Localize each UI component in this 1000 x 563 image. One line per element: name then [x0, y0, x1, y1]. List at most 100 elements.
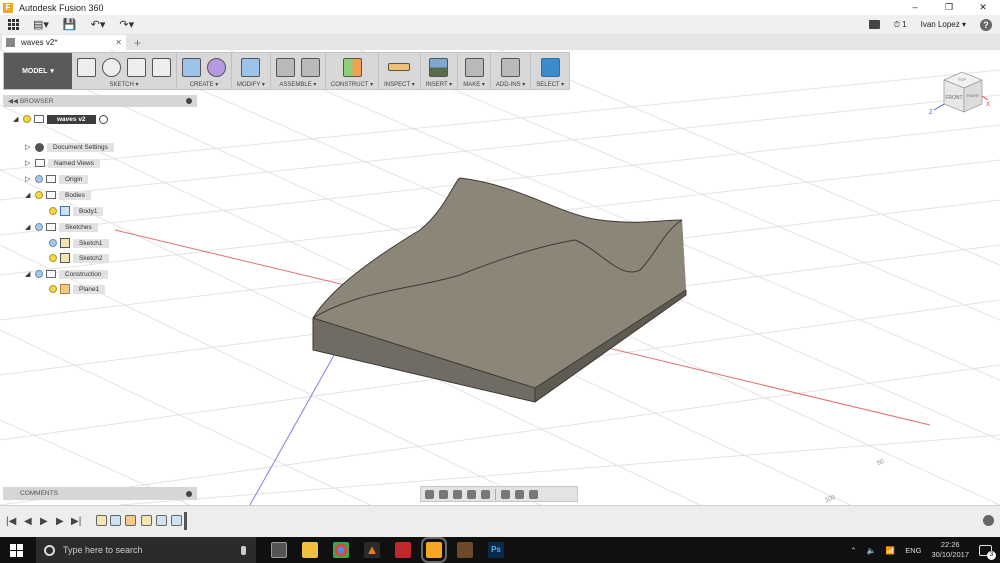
user-account-menu[interactable]: Ivan Lopez ▾ [921, 20, 966, 29]
display-settings-icon[interactable] [501, 489, 510, 499]
task-view-icon[interactable] [271, 542, 287, 558]
pan-icon[interactable] [453, 489, 462, 499]
browser-collapse-icon[interactable]: ◀◀ [8, 97, 20, 105]
activate-radio-icon[interactable] [98, 114, 108, 124]
minimize-button[interactable]: – [898, 0, 932, 15]
taskbar-clock[interactable]: 22:26 30/10/2017 [931, 540, 969, 560]
select-tool-icon[interactable] [540, 57, 560, 77]
construct-menu-label[interactable]: CONSTRUCT ▾ [331, 81, 373, 88]
collapsed-triangle-icon[interactable]: ▷ [25, 175, 32, 183]
collapsed-triangle-icon[interactable]: ▷ [25, 143, 32, 151]
tree-item-origin[interactable]: ▷ Origin [25, 173, 89, 185]
create-group[interactable]: CREATE ▾ [177, 53, 232, 89]
timeline-sketch2-feature[interactable] [141, 515, 152, 526]
timeline-last-button[interactable]: ▶| [71, 516, 81, 527]
expanded-triangle-icon[interactable]: ◢ [25, 191, 32, 199]
expanded-triangle-icon[interactable]: ◢ [13, 115, 20, 123]
create-sketch-icon[interactable] [77, 57, 96, 77]
tray-overflow-icon[interactable]: ⌃ [850, 546, 856, 555]
file-explorer-icon[interactable] [302, 542, 318, 558]
input-language[interactable]: ENG [905, 546, 921, 555]
select-group[interactable]: SELECT ▾ [531, 53, 569, 89]
construct-group[interactable]: CONSTRUCT ▾ [326, 53, 380, 89]
timeline-sketch-feature[interactable] [96, 515, 107, 526]
matlab-icon[interactable]: ▲ [364, 542, 380, 558]
make-group[interactable]: MAKE ▾ [458, 53, 491, 89]
network-icon[interactable]: 📶 [886, 546, 895, 555]
save-icon[interactable]: 💾 [63, 18, 77, 31]
inspect-menu-label[interactable]: INSPECT ▾ [384, 81, 415, 88]
timeline-plane-feature[interactable] [125, 515, 136, 526]
windows-start-icon[interactable] [10, 543, 23, 557]
line-tool-icon[interactable] [102, 57, 121, 77]
browser-minimize-icon[interactable] [186, 98, 192, 104]
tree-root[interactable]: ◢ waves v2 [13, 113, 108, 125]
scripts-addins-icon[interactable] [501, 57, 521, 77]
timeline-play-button[interactable]: ▶ [40, 516, 48, 527]
visibility-bulb-icon[interactable] [49, 239, 57, 247]
timeline-settings-gear-icon[interactable] [983, 515, 994, 526]
visibility-bulb-icon[interactable] [35, 175, 43, 183]
workspace-switcher[interactable]: MODEL ▾ [4, 53, 72, 89]
waves-body[interactable] [312, 177, 687, 403]
volume-icon[interactable]: 🔈 [867, 546, 876, 555]
taskbar-search-box[interactable]: Type here to search [36, 537, 256, 563]
visibility-bulb-icon[interactable] [35, 191, 43, 199]
press-pull-icon[interactable] [241, 57, 261, 77]
timeline-first-button[interactable]: |◀ [6, 516, 16, 527]
visibility-bulb-icon[interactable] [49, 254, 57, 262]
close-tab-icon[interactable]: ✕ [115, 38, 122, 47]
3d-print-icon[interactable] [464, 57, 484, 77]
redo-icon[interactable]: ↷▾ [119, 18, 134, 31]
assemble-group[interactable]: ASSEMBLE ▾ [271, 53, 326, 89]
root-component-label[interactable]: waves v2 [47, 114, 96, 124]
job-status[interactable]: ⏱ 1 [894, 20, 907, 30]
modify-menu-label[interactable]: MODIFY ▾ [237, 81, 265, 88]
visibility-bulb-icon[interactable] [35, 270, 43, 278]
offset-plane-icon[interactable] [342, 57, 362, 77]
action-center-icon[interactable]: 3 [979, 544, 996, 560]
insert-image-icon[interactable] [429, 57, 449, 77]
modify-group[interactable]: MODIFY ▾ [232, 53, 271, 89]
tree-item-body1[interactable]: Body1 [49, 205, 104, 217]
collapsed-triangle-icon[interactable]: ▷ [25, 159, 32, 167]
slot-tool-icon[interactable] [152, 57, 171, 77]
tree-item-bodies[interactable]: ◢ Bodies [25, 189, 91, 201]
sketch-group[interactable]: SKETCH ▾ [72, 53, 177, 89]
tree-item-sketches[interactable]: ◢ Sketches [25, 221, 98, 233]
document-tab[interactable]: waves v2* ✕ [2, 35, 126, 50]
tree-item-named-views[interactable]: ▷ Named Views [25, 157, 100, 169]
timeline-extrude-feature[interactable] [110, 515, 121, 526]
visibility-bulb-icon[interactable] [35, 223, 43, 231]
visibility-bulb-icon[interactable] [49, 285, 57, 293]
timeline-next-button[interactable]: ▶ [56, 516, 64, 527]
inspect-group[interactable]: INSPECT ▾ [379, 53, 421, 89]
grid-snaps-icon[interactable] [515, 489, 524, 499]
timeline-split-feature[interactable] [171, 515, 182, 526]
joint-icon[interactable] [300, 57, 320, 77]
timeline-loft-feature[interactable] [156, 515, 167, 526]
close-button[interactable]: ✕ [966, 0, 1000, 15]
undo-icon[interactable]: ↶▾ [91, 18, 106, 31]
tree-item-sketch1[interactable]: Sketch1 [49, 237, 109, 249]
microphone-icon[interactable] [241, 545, 246, 555]
tree-item-plane1[interactable]: Plane1 [49, 283, 106, 295]
make-menu-label[interactable]: MAKE ▾ [463, 81, 485, 88]
browser-header[interactable]: ◀◀ BROWSER [3, 95, 197, 107]
fit-icon[interactable] [481, 489, 490, 499]
comments-minimize-icon[interactable] [186, 490, 192, 497]
new-component-icon[interactable] [275, 57, 295, 77]
insert-menu-label[interactable]: INSERT ▾ [426, 81, 452, 88]
extrude-icon[interactable] [182, 57, 201, 77]
data-panel-grid-icon[interactable] [8, 19, 19, 30]
messages-icon[interactable] [868, 20, 880, 29]
sketch-menu-label[interactable]: SKETCH ▾ [109, 81, 138, 88]
solidworks-icon[interactable] [395, 542, 411, 558]
assemble-menu-label[interactable]: ASSEMBLE ▾ [279, 81, 316, 88]
visibility-bulb-icon[interactable] [49, 207, 57, 215]
measure-ruler-icon[interactable] [388, 63, 411, 71]
expanded-triangle-icon[interactable]: ◢ [25, 223, 32, 231]
new-tab-button[interactable]: + [134, 36, 141, 50]
add-ins-menu-label[interactable]: ADD-INS ▾ [496, 81, 525, 88]
select-menu-label[interactable]: SELECT ▾ [536, 81, 564, 88]
